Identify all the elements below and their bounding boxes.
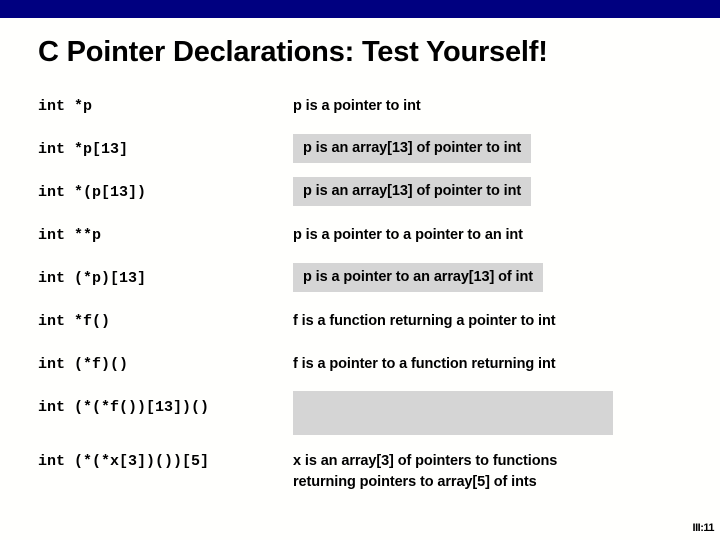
declaration-code: int *p[13] bbox=[38, 141, 129, 158]
declaration-code: int *f() bbox=[38, 313, 111, 330]
declaration-code: int (*(*x[3])())[5] bbox=[38, 453, 210, 470]
declaration-description: p is a pointer to a pointer to an int bbox=[293, 227, 523, 243]
page-number: III:11 bbox=[692, 522, 715, 534]
declaration-code: int *(p[13]) bbox=[38, 184, 147, 201]
table-row: int *p p is a pointer to int bbox=[0, 96, 720, 139]
declaration-description: f is a function returning a pointer to i… bbox=[293, 313, 556, 329]
declaration-description: p is an array[13] of pointer to int bbox=[293, 134, 532, 163]
slide-canvas: C Pointer Declarations: Test Yourself! i… bbox=[0, 0, 720, 540]
declaration-code: int (*f)() bbox=[38, 356, 129, 373]
table-row: int *(p[13]) p is an array[13] of pointe… bbox=[0, 177, 720, 225]
declaration-code: int (*p)[13] bbox=[38, 270, 147, 287]
table-row: int (*p)[13] p is a pointer to an array[… bbox=[0, 263, 720, 311]
table-row: int (*(*f())[13])() bbox=[0, 391, 720, 451]
declaration-code: int **p bbox=[38, 227, 102, 244]
page-title: C Pointer Declarations: Test Yourself! bbox=[38, 36, 548, 68]
table-row: int (*(*x[3])())[5] x is an array[3] of … bbox=[0, 451, 720, 505]
declaration-code: int *p bbox=[38, 98, 93, 115]
declaration-code: int (*(*f())[13])() bbox=[38, 399, 210, 416]
header-accent-bar bbox=[0, 0, 720, 18]
declaration-description: p is a pointer to an array[13] of int bbox=[293, 263, 543, 292]
declaration-description: p is an array[13] of pointer to int bbox=[293, 177, 532, 206]
declaration-table: int *p p is a pointer to int int *p[13] … bbox=[0, 96, 720, 505]
table-row: int **p p is a pointer to a pointer to a… bbox=[0, 225, 720, 268]
declaration-description: x is an array[3] of pointers to function… bbox=[293, 453, 558, 490]
table-row: int *f() f is a function returning a poi… bbox=[0, 311, 720, 354]
declaration-description: f is a pointer to a function returning i… bbox=[293, 356, 556, 372]
declaration-description-blank bbox=[293, 391, 613, 435]
declaration-description: p is a pointer to int bbox=[293, 98, 421, 114]
table-row: int *p[13] p is an array[13] of pointer … bbox=[0, 134, 720, 182]
